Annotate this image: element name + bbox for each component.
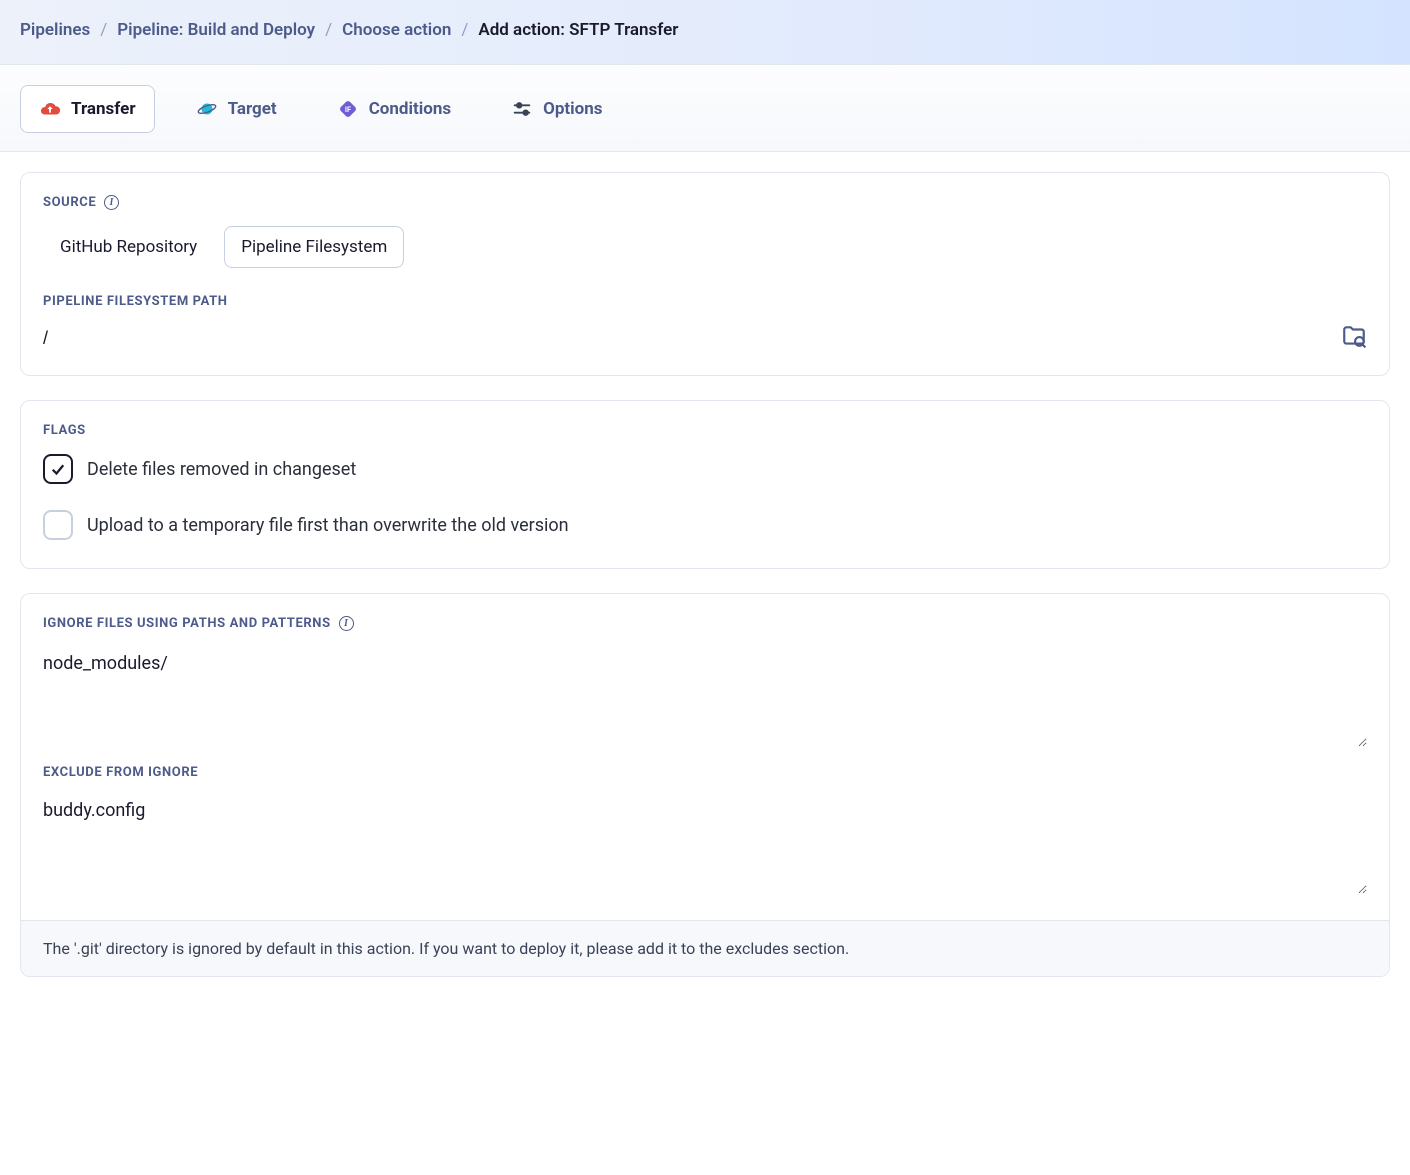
pipeline-path-label: PIPELINE FILESYSTEM PATH (43, 294, 1367, 309)
ignore-patterns-input[interactable] (43, 647, 1367, 747)
source-label: SOURCE i (43, 195, 1367, 210)
checkbox-temp-overwrite[interactable] (43, 510, 73, 540)
tab-transfer[interactable]: Transfer (20, 85, 155, 133)
ignore-footer-note: The '.git' directory is ignored by defau… (21, 920, 1389, 976)
breadcrumb-sep: / (100, 20, 107, 40)
if-diamond-icon: IF (337, 98, 359, 120)
sliders-icon (511, 98, 533, 120)
source-label-text: SOURCE (43, 195, 96, 210)
tab-label: Transfer (71, 99, 136, 119)
breadcrumb-current: Add action: SFTP Transfer (478, 20, 678, 40)
seg-label: Pipeline Filesystem (241, 237, 387, 257)
checkbox-delete-removed[interactable] (43, 454, 73, 484)
flag-delete-removed: Delete files removed in changeset (43, 454, 1367, 484)
svg-text:IF: IF (345, 105, 351, 114)
flag-label: Delete files removed in changeset (87, 459, 356, 480)
flags-label-text: FLAGS (43, 423, 86, 438)
breadcrumb: Pipelines / Pipeline: Build and Deploy /… (20, 20, 1390, 40)
breadcrumb-pipelines[interactable]: Pipelines (20, 20, 90, 40)
flag-label: Upload to a temporary file first than ov… (87, 515, 569, 536)
source-card: SOURCE i GitHub Repository Pipeline File… (20, 172, 1390, 376)
tab-label: Target (228, 99, 277, 119)
breadcrumb-choose-action[interactable]: Choose action (342, 20, 451, 40)
flag-temp-overwrite: Upload to a temporary file first than ov… (43, 510, 1367, 540)
planet-icon (196, 98, 218, 120)
ignore-card: IGNORE FILES USING PATHS AND PATTERNS i … (20, 593, 1390, 977)
header-bar: Pipelines / Pipeline: Build and Deploy /… (0, 0, 1410, 65)
source-segmented: GitHub Repository Pipeline Filesystem (43, 226, 1367, 268)
content: SOURCE i GitHub Repository Pipeline File… (0, 152, 1410, 1021)
tabs: Transfer Target IF Conditions Options (0, 65, 1410, 152)
cloud-upload-icon (39, 98, 61, 120)
tab-label: Options (543, 99, 602, 119)
breadcrumb-sep: / (461, 20, 468, 40)
source-option-pipeline-filesystem[interactable]: Pipeline Filesystem (224, 226, 404, 268)
tab-options[interactable]: Options (492, 85, 621, 133)
breadcrumb-sep: / (325, 20, 332, 40)
exclude-label: EXCLUDE FROM IGNORE (43, 765, 1367, 780)
source-option-github[interactable]: GitHub Repository (43, 226, 214, 268)
flags-card: FLAGS Delete files removed in changeset … (20, 400, 1390, 569)
tab-target[interactable]: Target (177, 85, 296, 133)
tab-label: Conditions (369, 99, 451, 119)
seg-label: GitHub Repository (60, 237, 197, 257)
pipeline-path-input[interactable] (43, 324, 1329, 353)
info-icon[interactable]: i (339, 616, 354, 631)
browse-folder-icon[interactable] (1341, 323, 1367, 353)
breadcrumb-pipeline[interactable]: Pipeline: Build and Deploy (117, 20, 315, 40)
tab-conditions[interactable]: IF Conditions (318, 85, 470, 133)
info-icon[interactable]: i (104, 195, 119, 210)
ignore-label: IGNORE FILES USING PATHS AND PATTERNS i (43, 616, 1367, 631)
exclude-patterns-input[interactable] (43, 794, 1367, 894)
ignore-label-text: IGNORE FILES USING PATHS AND PATTERNS (43, 616, 331, 631)
flags-label: FLAGS (43, 423, 1367, 438)
